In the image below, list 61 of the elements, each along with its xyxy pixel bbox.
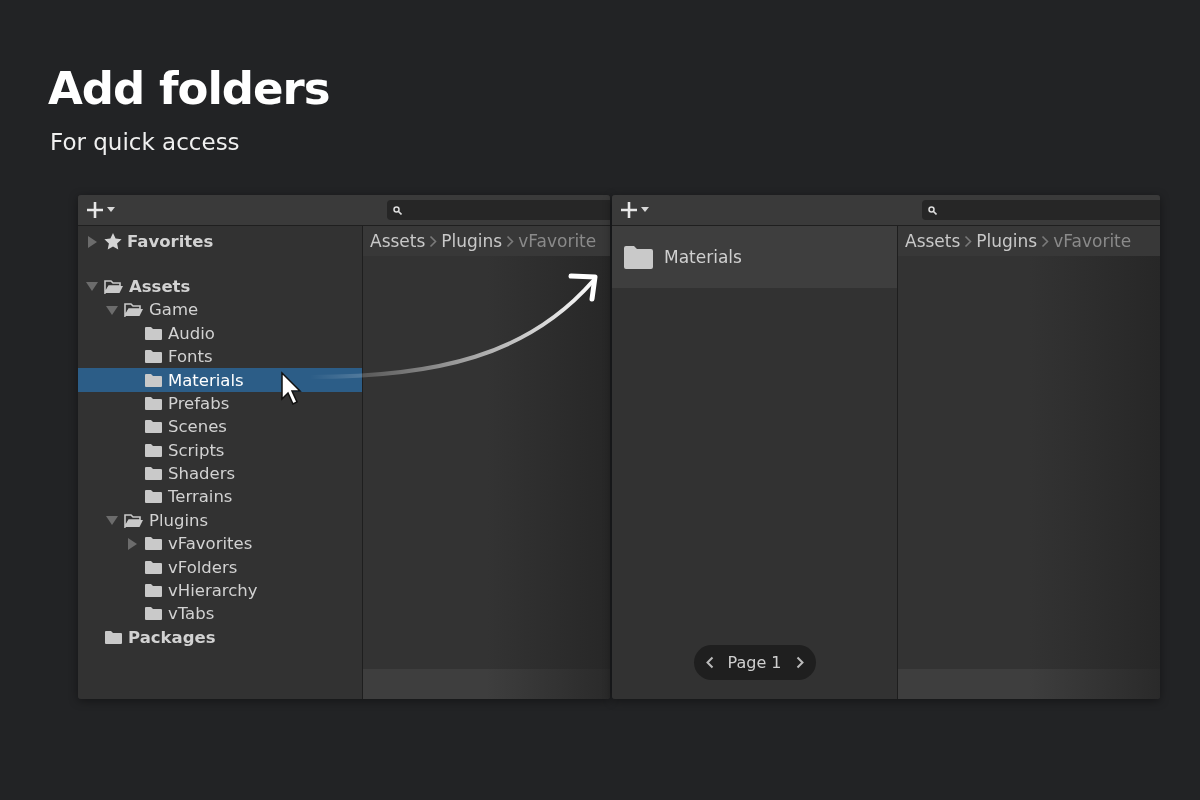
chevron-right-icon bbox=[1041, 234, 1050, 248]
tree-item[interactable]: Scripts bbox=[78, 438, 362, 462]
tree-item[interactable]: Materials bbox=[78, 368, 362, 392]
search-icon bbox=[928, 205, 937, 215]
expanded-arrow-icon[interactable] bbox=[106, 514, 118, 527]
chevron-right-icon bbox=[429, 234, 438, 248]
open-folder-icon bbox=[124, 512, 144, 528]
chevron-left-icon[interactable] bbox=[705, 656, 714, 669]
page-label: Page 1 bbox=[727, 653, 782, 672]
chevron-right-icon[interactable] bbox=[795, 656, 804, 669]
folder-icon bbox=[144, 419, 163, 435]
folder-icon bbox=[144, 536, 163, 552]
chevron-right-icon bbox=[506, 234, 515, 248]
page-title: Add folders bbox=[48, 62, 331, 115]
collapsed-arrow-icon[interactable] bbox=[126, 537, 138, 550]
tree-item[interactable]: Terrains bbox=[78, 485, 362, 509]
folder-icon bbox=[623, 244, 654, 270]
folder-icon bbox=[144, 583, 163, 599]
breadcrumb-item[interactable]: Assets bbox=[905, 231, 961, 251]
tree-item[interactable]: Assets bbox=[78, 274, 362, 299]
star-icon bbox=[104, 233, 122, 251]
expanded-arrow-icon[interactable] bbox=[106, 303, 118, 316]
tree-item[interactable]: Audio bbox=[78, 321, 362, 345]
folder-icon bbox=[144, 606, 163, 622]
collapsed-arrow-icon[interactable] bbox=[86, 235, 98, 248]
folder-icon bbox=[144, 372, 163, 388]
mouse-pointer-icon bbox=[281, 371, 302, 405]
breadcrumb-item[interactable]: Plugins bbox=[441, 231, 503, 251]
tree-item[interactable]: vHierarchy bbox=[78, 578, 362, 603]
open-folder-icon bbox=[104, 278, 124, 294]
folder-icon bbox=[144, 466, 163, 482]
open-folder-icon bbox=[124, 302, 144, 318]
folder-icon bbox=[144, 559, 163, 575]
breadcrumb-item[interactable]: Assets bbox=[370, 231, 426, 251]
chevron-right-icon bbox=[964, 234, 973, 248]
search-field[interactable] bbox=[387, 200, 610, 220]
tree-item[interactable]: Plugins bbox=[78, 508, 362, 533]
favorite-folder-item[interactable]: Materials bbox=[612, 226, 897, 288]
plus-icon[interactable] bbox=[620, 201, 650, 219]
folder-icon bbox=[144, 489, 163, 505]
tree-item[interactable]: Shaders bbox=[78, 461, 362, 486]
folder-icon bbox=[144, 325, 163, 341]
tree-item[interactable]: vFolders bbox=[78, 555, 362, 579]
tree-item[interactable]: Scenes bbox=[78, 415, 362, 439]
expanded-arrow-icon[interactable] bbox=[86, 280, 98, 293]
plus-icon[interactable] bbox=[86, 201, 116, 219]
tree-item[interactable]: Prefabs bbox=[78, 391, 362, 416]
tree-item[interactable]: Favorites bbox=[78, 230, 362, 254]
search-icon bbox=[393, 205, 402, 215]
search-field[interactable] bbox=[922, 200, 1160, 220]
folder-icon bbox=[144, 349, 163, 365]
tree-item[interactable]: vTabs bbox=[78, 602, 362, 626]
breadcrumb-item[interactable]: Plugins bbox=[976, 231, 1038, 251]
page-subtitle: For quick access bbox=[50, 129, 241, 155]
tree-item[interactable]: Packages bbox=[78, 625, 362, 650]
folder-icon bbox=[144, 442, 163, 458]
tree-item[interactable]: Game bbox=[78, 298, 362, 322]
tree-item[interactable]: vFavorites bbox=[78, 532, 362, 556]
folder-icon bbox=[144, 395, 163, 411]
folder-icon bbox=[104, 629, 123, 645]
tree-item[interactable]: Fonts bbox=[78, 344, 362, 369]
